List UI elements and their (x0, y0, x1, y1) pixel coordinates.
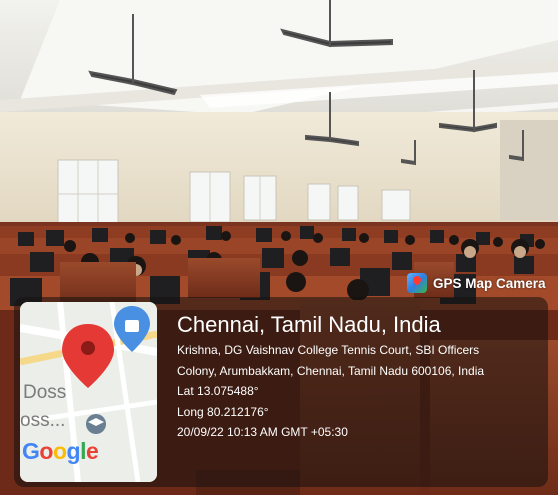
location-info: Chennai, Tamil Nadu, India Krishna, DG V… (177, 312, 484, 443)
address-line-1: Krishna, DG Vaishnav College Tennis Cour… (177, 343, 480, 357)
map-label-doss: Doss (23, 382, 67, 403)
timestamp: 20/09/22 10:13 AM GMT +05:30 (177, 425, 348, 439)
google-logo: Google (22, 438, 99, 464)
latitude: Lat 13.075488° (177, 384, 259, 398)
address-line-2: Colony, Arumbakkam, Chennai, Tamil Nadu … (177, 363, 485, 378)
longitude: Long 80.212176° (177, 404, 269, 419)
gps-map-camera-label: GPS Map Camera (433, 275, 546, 291)
map-thumbnail: Doss oss... Google (20, 302, 157, 482)
gps-map-camera-badge: GPS Map Camera (404, 271, 552, 295)
map-label-oss: oss... (20, 410, 66, 431)
location-title: Chennai, Tamil Nadu, India (177, 312, 441, 337)
gps-map-camera-app-icon (407, 273, 427, 293)
